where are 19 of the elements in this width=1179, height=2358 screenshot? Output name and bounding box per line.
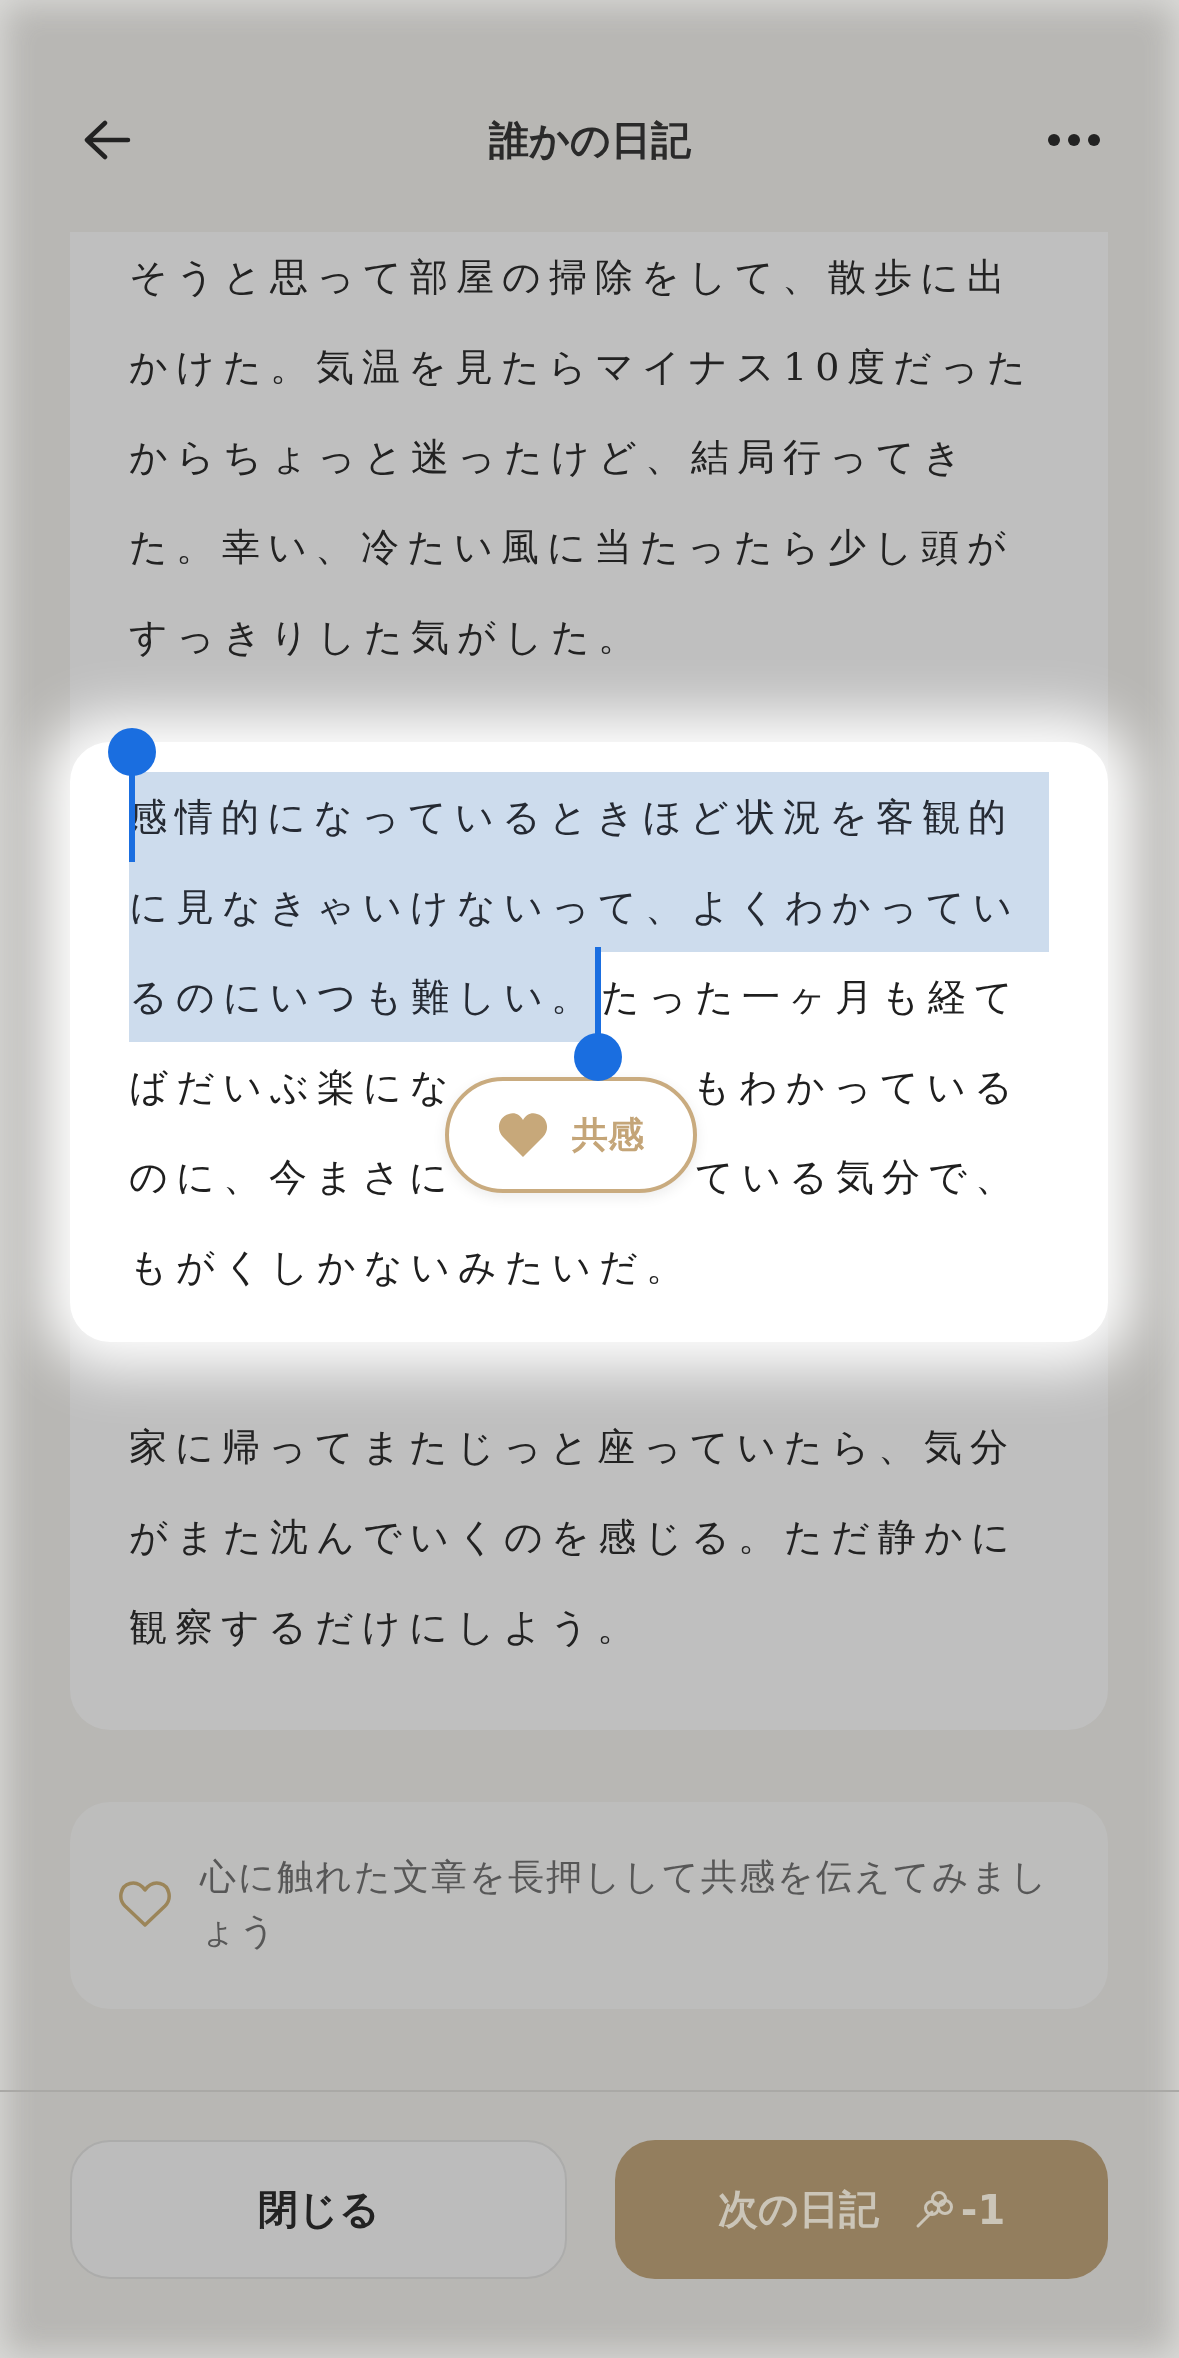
close-button[interactable]: 閉じる xyxy=(70,2140,567,2279)
next-diary-button[interactable]: 次の日記 -1 xyxy=(615,2140,1108,2279)
selected-text: に見なきゃいけないって、よくわかってい xyxy=(129,862,1049,952)
clover-icon xyxy=(914,2190,953,2229)
header-title: 誰かの日記 xyxy=(487,115,692,165)
heart-icon xyxy=(498,1113,548,1157)
hint-text: 心に触れた文章を長押しして共感を伝えてみましょう xyxy=(200,1855,1050,1953)
diary-paragraph: そうと思って部屋の掃除をして、散歩に出 かけた。気温を見たらマイナス10度だった からちょっと迷ったけど、結局行ってき た。幸い、冷たい風に当たったら少し頭が すっきりした気がした。 xyxy=(129,254,1036,661)
heart-outline-icon xyxy=(118,1880,172,1928)
diary-paragraph: 家に帰ってまたじっと座っていたら、気分 がまた沈んでいくのを感じる。ただ静かに 観察するだけにしよう。 xyxy=(129,1424,1019,1651)
diary-text: もがくしかないみたいだ。 xyxy=(129,1244,692,1291)
diary-text: たった一ヶ月も経て xyxy=(601,974,1021,1021)
selected-text: るのにいつも難しい。 xyxy=(129,952,597,1042)
empathy-button[interactable]: 共感 xyxy=(445,1077,697,1193)
back-arrow-icon xyxy=(83,120,131,160)
diary-text: ている気分で、 xyxy=(695,1154,1021,1201)
more-icon xyxy=(1048,134,1100,146)
more-button[interactable] xyxy=(1048,134,1100,146)
back-button[interactable] xyxy=(83,120,131,160)
